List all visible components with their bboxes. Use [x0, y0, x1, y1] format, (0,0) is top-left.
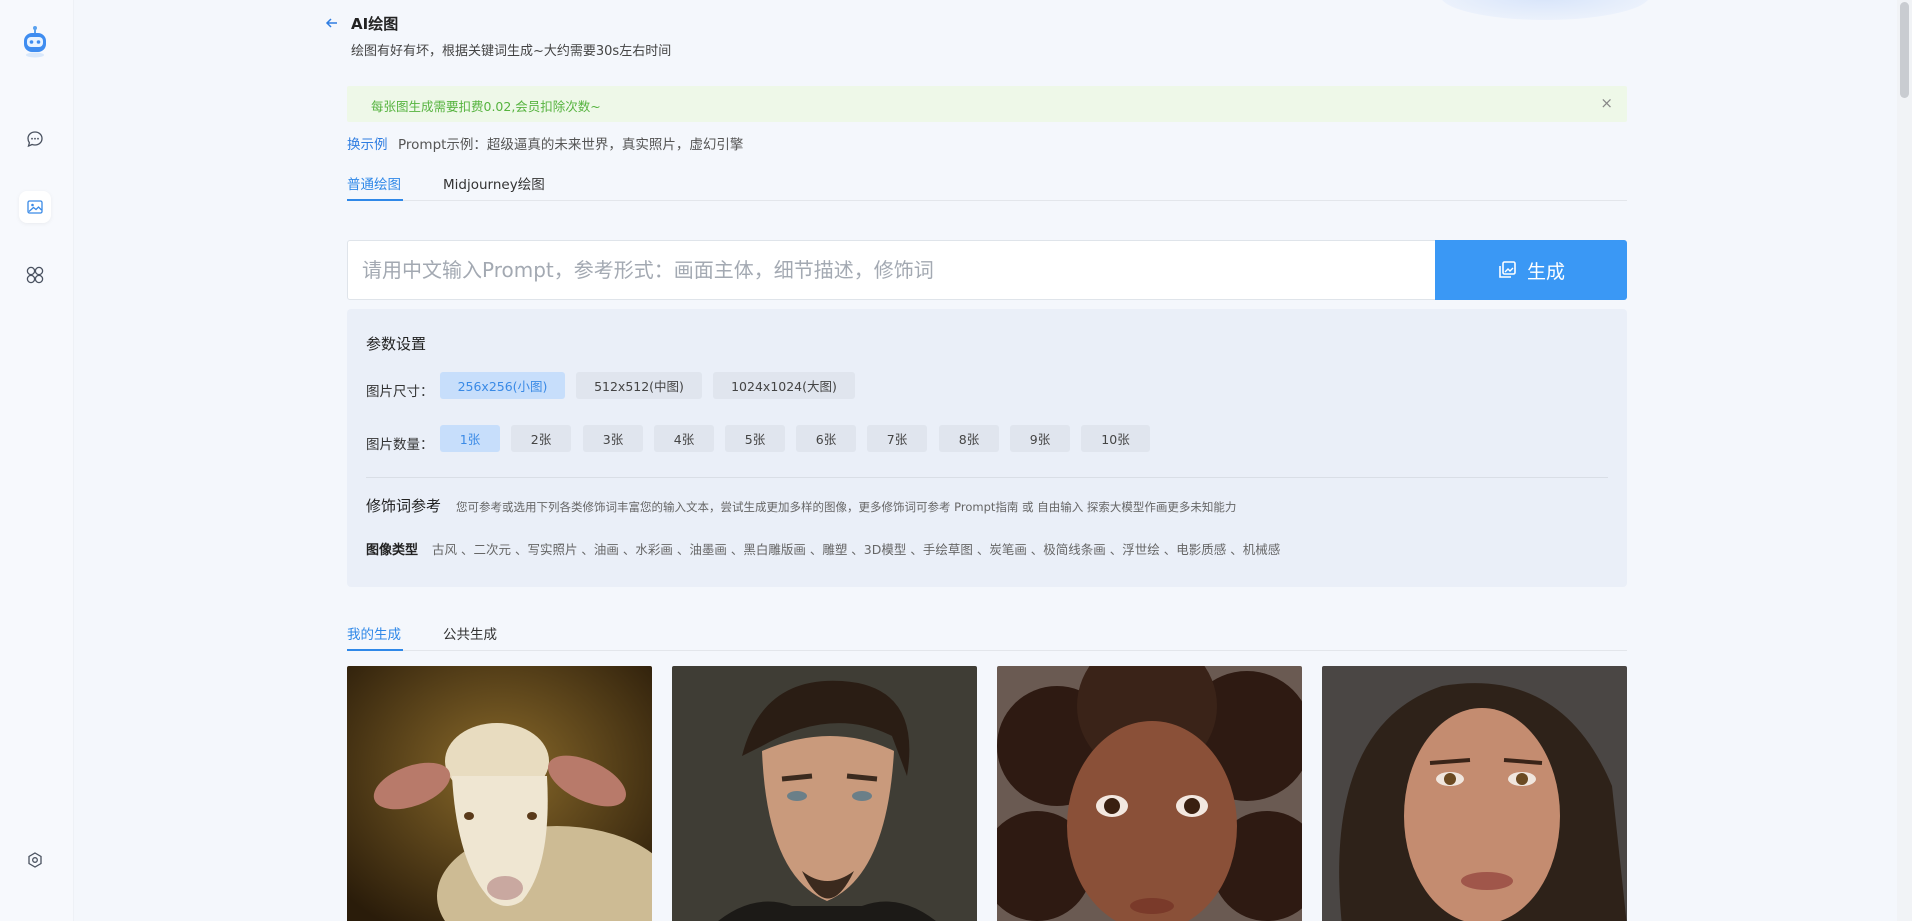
image-icon[interactable] [19, 191, 51, 223]
params-panel: 参数设置 图片尺寸： 256x256(小图) 512x512(中图) 1024x… [347, 309, 1627, 587]
gallery-image-sheep[interactable] [347, 666, 652, 921]
gallery-tabs: 我的生成 公共生成 [347, 611, 1627, 651]
page-title: AI绘图 [351, 15, 399, 33]
fee-alert: 每张图生成需要扣费0.02,会员扣除次数~ × [347, 86, 1627, 122]
prompt-box: 生成 [347, 240, 1627, 300]
count-option[interactable]: 7张 [867, 425, 927, 452]
back-arrow-icon[interactable] [323, 14, 341, 32]
generate-button-label: 生成 [1526, 260, 1565, 283]
count-option[interactable]: 6张 [796, 425, 856, 452]
decorative-glow [1440, 0, 1650, 20]
count-option[interactable]: 1张 [440, 425, 500, 452]
size-option[interactable]: 512x512(中图) [576, 372, 702, 399]
size-option[interactable]: 256x256(小图) [440, 372, 565, 399]
tab-public-generations[interactable]: 公共生成 [443, 623, 497, 643]
count-option[interactable]: 4张 [654, 425, 714, 452]
gallery-image-child[interactable] [997, 666, 1302, 921]
close-icon[interactable]: × [1600, 94, 1613, 112]
robot-logo-icon[interactable] [18, 24, 52, 60]
chat-icon[interactable] [19, 123, 51, 155]
modifier-title: 修饰词参考 [366, 497, 442, 515]
count-option[interactable]: 2张 [511, 425, 571, 452]
count-label: 图片数量： [366, 437, 434, 453]
active-tab-indicator [347, 649, 403, 651]
page-subtitle: 绘图有好有坏，根据关键词生成~大约需要30s左右时间 [351, 44, 672, 59]
count-option[interactable]: 5张 [725, 425, 785, 452]
count-option[interactable]: 9张 [1010, 425, 1070, 452]
prompt-input[interactable] [348, 241, 1435, 299]
active-tab-indicator [347, 199, 403, 201]
count-option[interactable]: 3张 [583, 425, 643, 452]
size-label: 图片尺寸： [366, 384, 434, 400]
image-type-list[interactable]: 古风 、二次元 、写实照片 、油画 、水彩画 、油墨画 、黑白雕版画 、雕塑 、… [432, 539, 1280, 558]
tab-my-generations[interactable]: 我的生成 [347, 623, 401, 643]
image-type-label: 图像类型 [366, 543, 419, 558]
sidebar [0, 0, 74, 921]
prompt-example-text: Prompt示例：超级逼真的未来世界，真实照片，虚幻引擎 [398, 137, 744, 153]
params-title: 参数设置 [366, 335, 427, 353]
page-scrollbar[interactable] [1897, 0, 1912, 921]
divider [366, 477, 1608, 478]
mode-tabs: 普通绘图 Midjourney绘图 [347, 161, 1627, 201]
modifier-description: 您可参考或选用下列各类修饰词丰富您的输入文本，尝试生成更加多样的图像，更多修饰词… [456, 500, 1237, 514]
change-example-link[interactable]: 换示例 [347, 133, 388, 153]
settings-icon[interactable] [19, 844, 51, 876]
scrollbar-thumb[interactable] [1900, 2, 1909, 98]
tab-midjourney-drawing[interactable]: Midjourney绘图 [443, 173, 545, 193]
apps-icon[interactable] [19, 259, 51, 291]
count-option[interactable]: 10张 [1081, 425, 1150, 452]
gallery-image-woman[interactable] [1322, 666, 1627, 921]
image-stack-icon [1499, 261, 1516, 278]
generate-button[interactable]: 生成 [1435, 240, 1627, 300]
tab-normal-drawing[interactable]: 普通绘图 [347, 173, 401, 193]
gallery-image-man[interactable] [672, 666, 977, 921]
size-option[interactable]: 1024x1024(大图) [713, 372, 855, 399]
alert-text: 每张图生成需要扣费0.02,会员扣除次数~ [371, 99, 601, 114]
count-option[interactable]: 8张 [939, 425, 999, 452]
